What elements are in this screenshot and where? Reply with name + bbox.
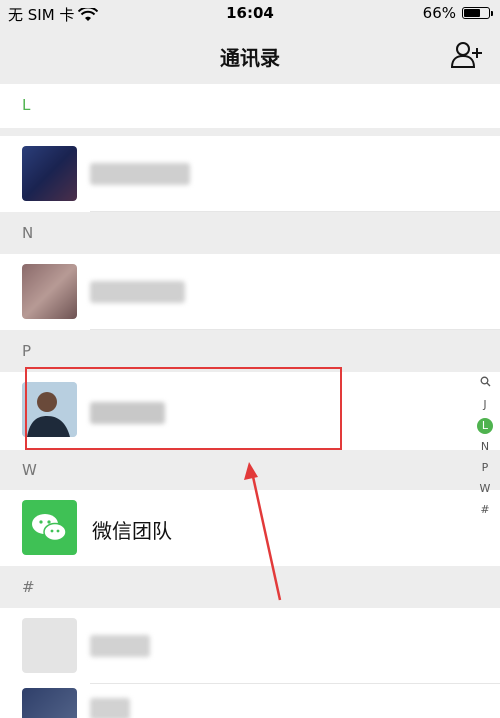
battery-fill	[464, 9, 480, 17]
section-header-hash: #	[0, 566, 500, 608]
page-title: 通讯录	[220, 46, 280, 70]
contact-row-wechat-team[interactable]: 微信团队	[0, 490, 500, 566]
battery-percent: 66%	[422, 4, 456, 22]
alphabet-index[interactable]: J L N P W #	[474, 376, 496, 518]
index-letter[interactable]: W	[477, 481, 493, 497]
battery-tip	[491, 11, 493, 16]
section-letter: P	[22, 342, 32, 360]
contact-avatar	[22, 382, 77, 437]
contact-name-blurred	[90, 281, 185, 303]
separator	[0, 128, 500, 136]
section-header-p: P	[0, 330, 500, 372]
contact-row[interactable]	[0, 136, 500, 212]
contact-row[interactable]	[0, 254, 500, 330]
contact-avatar	[22, 618, 77, 673]
section-letter: #	[22, 578, 35, 596]
section-letter: W	[22, 461, 37, 479]
index-letter[interactable]: P	[477, 460, 493, 476]
contact-row[interactable]	[0, 608, 500, 684]
contact-avatar	[22, 146, 77, 201]
index-letter-active[interactable]: L	[477, 418, 493, 434]
contact-avatar	[22, 688, 77, 718]
index-letter[interactable]: N	[477, 439, 493, 455]
status-right: 66%	[422, 4, 493, 22]
wechat-logo-icon	[22, 500, 77, 555]
contact-name-blurred	[90, 163, 190, 185]
contact-name-blurred	[90, 635, 150, 657]
section-letter: L	[22, 96, 31, 114]
index-letter[interactable]: #	[477, 502, 493, 518]
index-letter[interactable]: J	[477, 397, 493, 413]
section-letter: N	[22, 224, 34, 242]
status-bar: 无 SIM 卡 16:04 66%	[0, 0, 500, 26]
contact-name: 微信团队	[92, 519, 172, 543]
contact-row[interactable]	[0, 684, 500, 718]
add-friend-icon[interactable]	[450, 40, 484, 70]
contact-avatar	[22, 264, 77, 319]
contact-name-blurred	[90, 698, 130, 718]
contact-row[interactable]	[0, 372, 500, 450]
section-header-l: L	[0, 84, 500, 128]
section-header-n: N	[0, 212, 500, 254]
nav-bar: 通讯录	[0, 26, 500, 85]
battery-icon	[462, 7, 493, 19]
section-header-w: W	[0, 450, 500, 490]
contact-list[interactable]: L N P W 微信团队 #	[0, 84, 500, 718]
index-search-icon[interactable]	[477, 376, 493, 392]
contact-photo	[22, 382, 77, 437]
contact-name-blurred	[90, 402, 165, 424]
